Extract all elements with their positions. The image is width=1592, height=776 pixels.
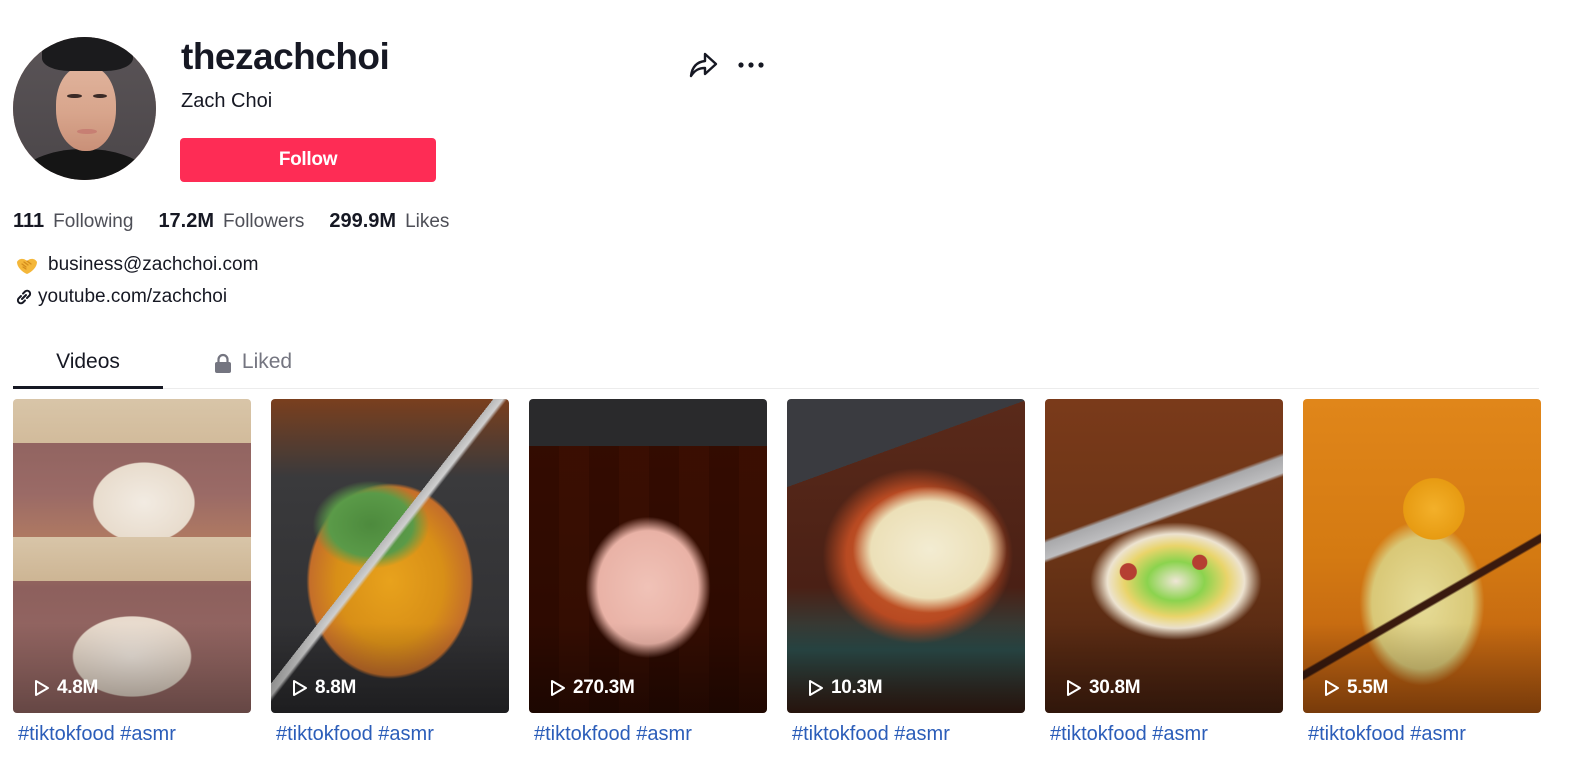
video-grid: 4.8M #tiktokfood #asmr 8.8M #tiktokfood …: [13, 399, 1541, 746]
video-card[interactable]: 270.3M #tiktokfood #asmr: [529, 399, 767, 746]
thumbnail-shade: [13, 623, 251, 713]
video-caption[interactable]: #tiktokfood #asmr: [529, 723, 767, 746]
stat-value: 299.9M: [329, 210, 397, 232]
stat-label: Following: [53, 211, 134, 232]
thumbnail-shade: [529, 623, 767, 713]
lock-icon: [214, 353, 231, 373]
view-count: 5.5M: [1323, 677, 1388, 699]
view-count: 30.8M: [1065, 677, 1141, 699]
stat-followers[interactable]: 17.2M Followers: [158, 210, 304, 233]
view-count: 8.8M: [291, 677, 356, 699]
thumbnail-shade: [1303, 623, 1541, 713]
stat-value: 111: [13, 210, 45, 232]
view-count-text: 4.8M: [57, 677, 99, 698]
avatar-cap: [41, 37, 134, 72]
play-icon: [809, 680, 823, 696]
stat-value: 17.2M: [158, 210, 215, 232]
video-caption[interactable]: #tiktokfood #asmr: [271, 723, 509, 746]
view-count-text: 8.8M: [315, 677, 357, 698]
video-thumbnail[interactable]: 30.8M: [1045, 399, 1283, 713]
video-card[interactable]: 30.8M #tiktokfood #asmr: [1045, 399, 1283, 746]
bio-email-text: business@zachchoi.com: [48, 254, 259, 275]
play-icon: [35, 680, 49, 696]
video-card[interactable]: 8.8M #tiktokfood #asmr: [271, 399, 509, 746]
tab-liked[interactable]: Liked: [203, 335, 303, 388]
view-count-text: 270.3M: [573, 677, 635, 698]
video-thumbnail[interactable]: 270.3M: [529, 399, 767, 713]
tab-videos[interactable]: Videos: [13, 335, 163, 388]
bio-email: business@zachchoi.com: [13, 253, 258, 277]
stat-label: Likes: [405, 211, 450, 232]
link-icon: [16, 289, 32, 305]
username: thezachchoi: [181, 36, 390, 77]
video-card[interactable]: 4.8M #tiktokfood #asmr: [13, 399, 251, 746]
play-icon: [293, 680, 307, 696]
tab-label: Liked: [241, 349, 293, 373]
video-caption[interactable]: #tiktokfood #asmr: [13, 723, 251, 746]
more-horizontal-icon[interactable]: [736, 55, 768, 75]
video-caption[interactable]: #tiktokfood #asmr: [787, 723, 1025, 746]
thumbnail-shade: [271, 623, 509, 713]
video-thumbnail[interactable]: 8.8M: [271, 399, 509, 713]
play-icon: [1325, 680, 1339, 696]
view-count-text: 30.8M: [1089, 677, 1141, 698]
play-icon: [551, 680, 565, 696]
stat-following[interactable]: 111 Following: [13, 210, 133, 233]
profile-stats: 111 Following 17.2M Followers 299.9M Lik…: [13, 210, 474, 233]
view-count: 4.8M: [33, 677, 98, 699]
view-count: 10.3M: [807, 677, 883, 699]
video-card[interactable]: 5.5M #tiktokfood #asmr: [1303, 399, 1541, 746]
stat-likes: 299.9M Likes: [329, 210, 449, 233]
view-count: 270.3M: [549, 677, 635, 699]
nickname: Zach Choi: [181, 90, 273, 112]
video-card[interactable]: 10.3M #tiktokfood #asmr: [787, 399, 1025, 746]
video-thumbnail[interactable]: 4.8M: [13, 399, 251, 713]
view-count-text: 10.3M: [831, 677, 883, 698]
play-icon: [1067, 680, 1081, 696]
profile-tabs: Videos Liked: [13, 335, 1539, 389]
follow-button[interactable]: Follow: [180, 138, 436, 182]
active-tab-indicator: [13, 386, 163, 389]
video-thumbnail[interactable]: 5.5M: [1303, 399, 1541, 713]
avatar-face: [55, 65, 116, 152]
bio-link-text[interactable]: youtube.com/zachchoi: [38, 286, 227, 308]
video-thumbnail[interactable]: 10.3M: [787, 399, 1025, 713]
video-caption[interactable]: #tiktokfood #asmr: [1303, 723, 1541, 746]
thumbnail-shade: [787, 623, 1025, 713]
video-caption[interactable]: #tiktokfood #asmr: [1045, 723, 1283, 746]
handshake-icon: [17, 258, 37, 274]
bio-link[interactable]: youtube.com/zachchoi: [13, 286, 227, 308]
avatar[interactable]: [13, 37, 156, 180]
share-arrow-icon[interactable]: [688, 51, 718, 79]
stat-label: Followers: [223, 211, 305, 232]
tab-label: Videos: [56, 349, 120, 373]
thumbnail-shade: [1045, 623, 1283, 713]
view-count-text: 5.5M: [1347, 677, 1389, 698]
